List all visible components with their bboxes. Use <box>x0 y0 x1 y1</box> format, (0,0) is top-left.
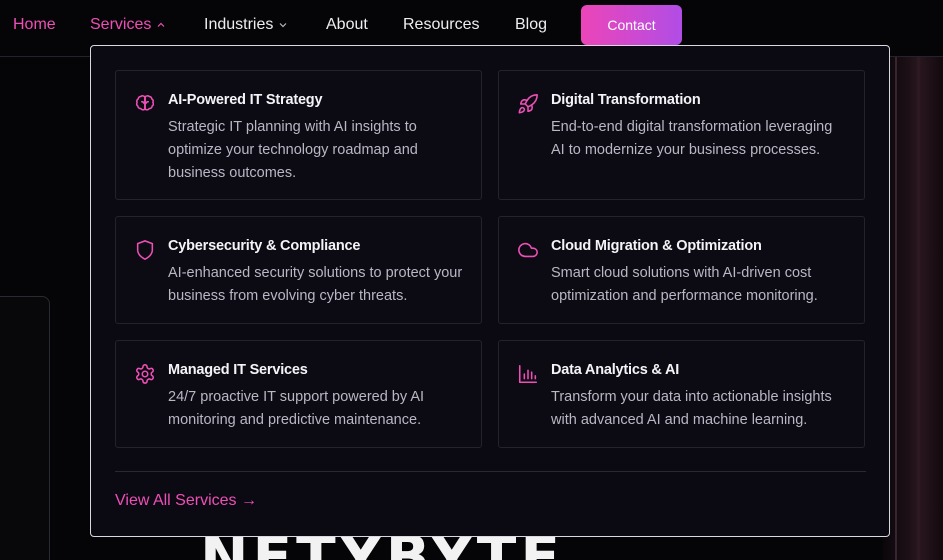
nav-item-resources[interactable]: Resources <box>403 16 479 34</box>
dropdown-divider <box>115 471 866 472</box>
service-card-ai-it-strategy[interactable]: AI-Powered IT Strategy Strategic IT plan… <box>115 70 482 200</box>
service-description: Smart cloud solutions with AI-driven cos… <box>551 265 818 304</box>
service-card-cybersecurity[interactable]: Cybersecurity & Compliance AI-enhanced s… <box>115 216 482 324</box>
background-card <box>0 296 50 560</box>
cloud-icon <box>518 242 538 258</box>
service-title: Cybersecurity & Compliance <box>168 238 361 254</box>
service-card-managed-it[interactable]: Managed IT Services 24/7 proactive IT su… <box>115 340 482 448</box>
nav-item-label: Industries <box>204 16 274 33</box>
nav-item-label: Home <box>13 16 56 33</box>
service-description: End-to-end digital transformation levera… <box>551 119 833 158</box>
nav-item-label: Resources <box>403 16 480 33</box>
nav-item-label: About <box>326 16 368 33</box>
chevron-down-icon <box>279 23 287 28</box>
nav-item-home[interactable]: Home <box>13 16 56 34</box>
brain-icon <box>135 95 155 111</box>
service-description: 24/7 proactive IT support powered by AI … <box>168 389 425 428</box>
nav-item-about[interactable]: About <box>326 16 368 34</box>
service-title: Digital Transformation <box>551 92 701 108</box>
service-title: Data Analytics & AI <box>551 362 680 378</box>
contact-button[interactable]: Contact <box>581 5 682 45</box>
gear-icon <box>136 364 154 384</box>
service-description: Strategic IT planning with AI insights t… <box>168 119 418 181</box>
bar-chart-icon <box>518 364 538 384</box>
service-title: Managed IT Services <box>168 362 308 378</box>
chevron-up-icon <box>157 22 165 27</box>
service-card-cloud-migration[interactable]: Cloud Migration & Optimization Smart clo… <box>498 216 865 324</box>
service-description: Transform your data into actionable insi… <box>551 389 832 428</box>
shield-icon <box>136 240 154 260</box>
service-card-data-analytics[interactable]: Data Analytics & AI Transform your data … <box>498 340 865 448</box>
nav-item-label: Services <box>90 16 152 33</box>
view-all-services-link[interactable]: View All Services → <box>115 492 257 510</box>
service-description: AI-enhanced security solutions to protec… <box>168 265 463 304</box>
service-card-digital-transformation[interactable]: Digital Transformation End-to-end digita… <box>498 70 865 200</box>
nav-item-services[interactable]: Services <box>90 16 165 34</box>
service-title: AI-Powered IT Strategy <box>168 92 323 108</box>
rocket-icon <box>518 94 538 114</box>
nav-item-industries[interactable]: Industries <box>204 16 287 34</box>
nav-item-blog[interactable]: Blog <box>515 16 547 34</box>
nav-item-label: Blog <box>515 16 548 33</box>
service-title: Cloud Migration & Optimization <box>551 238 762 254</box>
services-dropdown: AI-Powered IT Strategy Strategic IT plan… <box>90 45 890 537</box>
background-decoration <box>883 56 943 560</box>
